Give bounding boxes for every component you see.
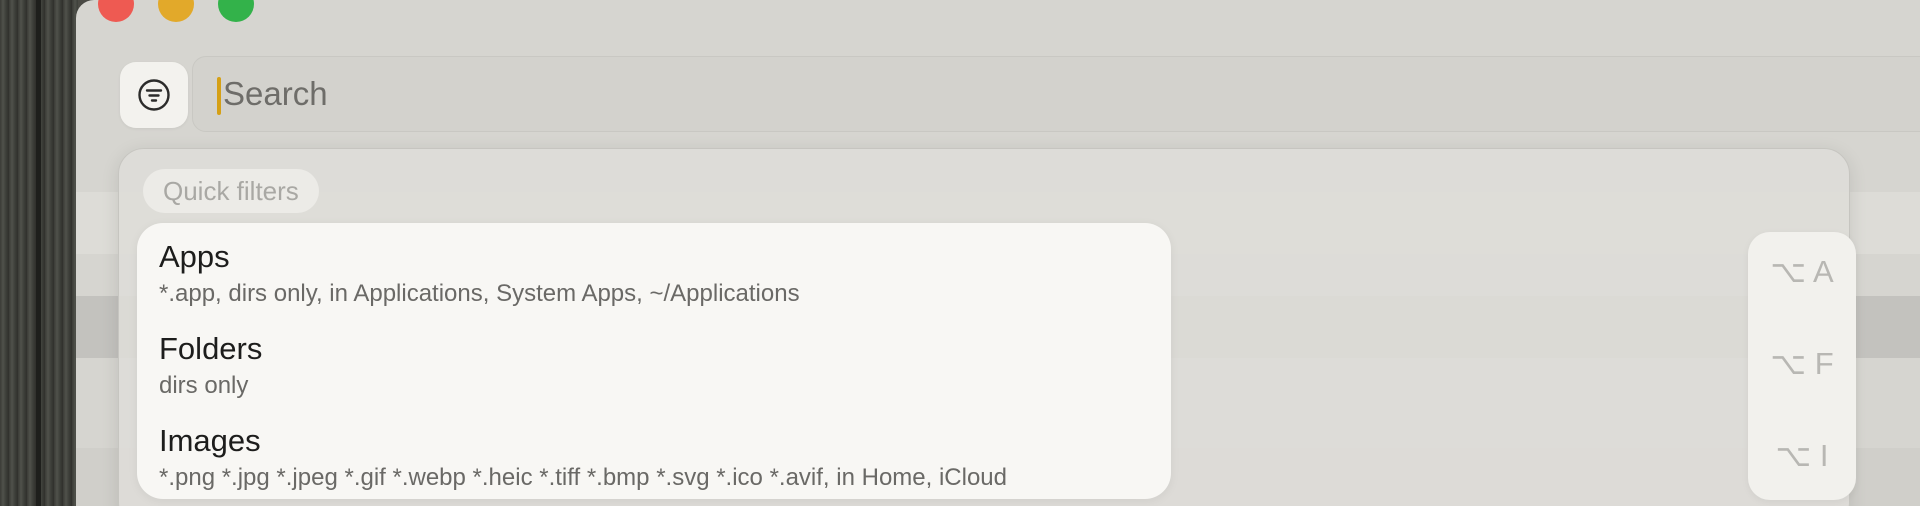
quick-filter-name: Folders <box>159 331 263 366</box>
shortcut-folders: ⌥ F <box>1770 346 1834 381</box>
close-window-button[interactable] <box>98 0 134 22</box>
zoom-window-button[interactable] <box>218 0 254 22</box>
search-field[interactable] <box>192 56 1920 132</box>
quick-filter-description: *.png *.jpg *.jpeg *.gif *.webp *.heic *… <box>159 464 1008 491</box>
quick-filters-button[interactable] <box>120 62 188 128</box>
quick-filter-name: Apps <box>159 239 230 274</box>
quick-filter-name: Images <box>159 423 261 458</box>
shortcut-column: ⌥ A ⌥ F ⌥ I <box>1748 232 1856 500</box>
quick-filters-title: Quick filters <box>143 169 319 213</box>
quick-filter-folders[interactable]: Folders dirs only <box>159 331 1159 401</box>
filter-lines-icon <box>137 78 171 112</box>
search-input[interactable] <box>217 71 1823 117</box>
app-window: Quick filters Apps *.app, dirs only, in … <box>76 0 1920 506</box>
desktop-background <box>0 0 78 506</box>
quick-filter-apps[interactable]: Apps *.app, dirs only, in Applications, … <box>159 239 1159 309</box>
quick-filter-images[interactable]: Images *.png *.jpg *.jpeg *.gif *.webp *… <box>159 423 1159 493</box>
quick-filter-description: *.app, dirs only, in Applications, Syste… <box>159 280 800 307</box>
shortcut-apps: ⌥ A <box>1770 254 1834 289</box>
quick-filters-list: Apps *.app, dirs only, in Applications, … <box>137 223 1171 499</box>
quick-filters-panel: Quick filters Apps *.app, dirs only, in … <box>118 148 1850 506</box>
shortcut-images: ⌥ I <box>1775 438 1829 473</box>
minimize-window-button[interactable] <box>158 0 194 22</box>
quick-filter-description: dirs only <box>159 372 249 399</box>
